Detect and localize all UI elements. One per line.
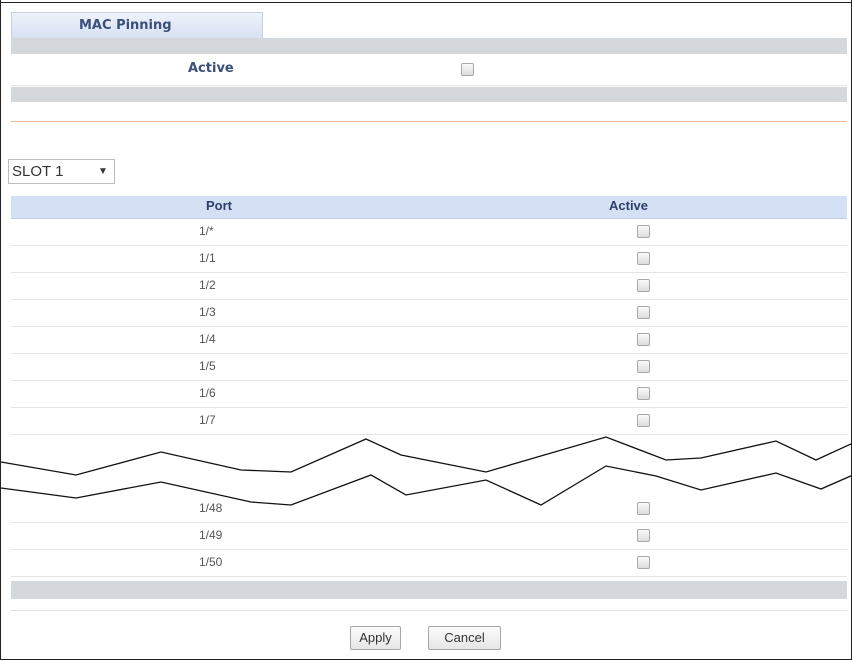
port-active-checkbox[interactable]	[637, 279, 650, 292]
table-row: 1/6	[11, 381, 847, 408]
table-footer-bar	[11, 581, 847, 599]
cancel-button[interactable]: Cancel	[428, 626, 501, 650]
table-row: 1/1	[11, 246, 847, 273]
port-cell: 1/2	[199, 278, 216, 292]
port-active-checkbox[interactable]	[637, 252, 650, 265]
port-cell: 1/*	[199, 224, 214, 238]
port-active-checkbox[interactable]	[637, 529, 650, 542]
port-cell: 1/1	[199, 251, 216, 265]
column-header-port: Port	[206, 198, 232, 213]
port-cell: 1/48	[199, 501, 223, 515]
port-active-checkbox[interactable]	[637, 502, 650, 515]
port-cell: 1/3	[199, 305, 216, 319]
port-active-checkbox[interactable]	[637, 333, 650, 346]
port-cell: 1/5	[199, 359, 216, 373]
active-checkbox[interactable]	[461, 63, 474, 76]
port-active-checkbox[interactable]	[637, 387, 650, 400]
top-border	[1, 2, 851, 3]
table-header: Port Active	[11, 196, 847, 219]
port-active-checkbox[interactable]	[637, 414, 650, 427]
slot-select[interactable]: SLOT 1 ▼	[8, 159, 115, 184]
tab-mac-pinning[interactable]: MAC Pinning	[11, 12, 263, 38]
active-label: Active	[188, 61, 234, 76]
table-row: 1/3	[11, 300, 847, 327]
section-bar	[11, 87, 847, 102]
table-row: 1/4	[11, 327, 847, 354]
slot-select-value: SLOT 1	[12, 163, 64, 180]
active-setting-row: Active	[11, 55, 847, 86]
table-row: 1/2	[11, 273, 847, 300]
port-cell: 1/7	[199, 413, 216, 427]
footer-divider	[11, 610, 847, 611]
apply-button[interactable]: Apply	[350, 626, 401, 650]
port-cell: 1/49	[199, 528, 223, 542]
table-row: 1/48	[11, 496, 847, 523]
port-active-checkbox[interactable]	[637, 360, 650, 373]
table-row: 1/49	[11, 523, 847, 550]
page-frame: MAC Pinning Active SLOT 1 ▼ Port Active …	[0, 0, 852, 660]
port-cell: 1/4	[199, 332, 216, 346]
section-divider	[11, 121, 847, 122]
chevron-down-icon: ▼	[98, 166, 108, 177]
port-active-checkbox[interactable]	[637, 225, 650, 238]
table-row: 1/5	[11, 354, 847, 381]
table-row: 1/50	[11, 550, 847, 577]
column-header-active: Active	[609, 198, 649, 213]
port-active-checkbox[interactable]	[637, 306, 650, 319]
port-cell: 1/6	[199, 386, 216, 400]
header-bar	[11, 38, 847, 54]
port-cell: 1/50	[199, 555, 223, 569]
table-row: 1/*	[11, 219, 847, 246]
port-active-checkbox[interactable]	[637, 556, 650, 569]
